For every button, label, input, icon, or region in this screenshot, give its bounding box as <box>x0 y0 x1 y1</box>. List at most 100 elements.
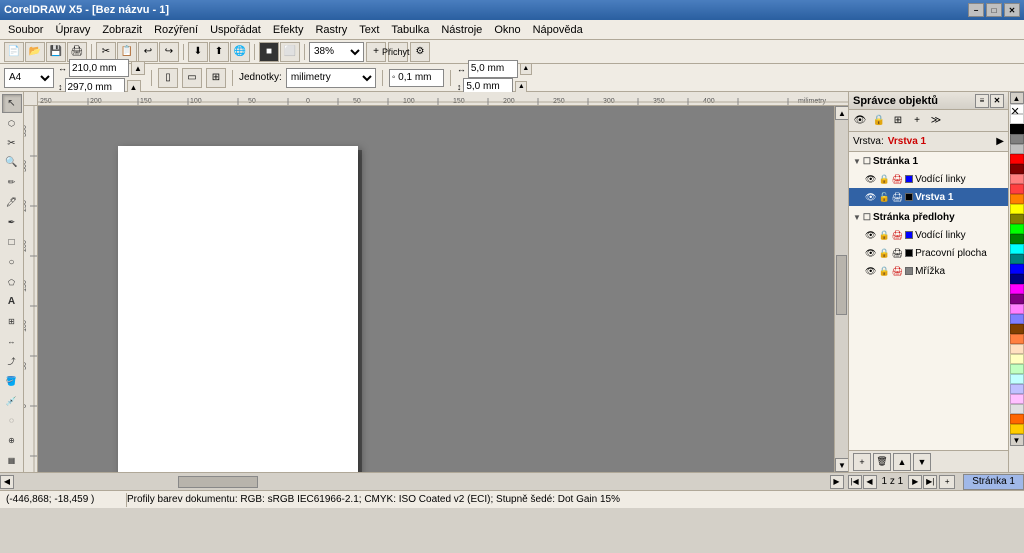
next-page-button[interactable]: ▶ <box>908 475 922 489</box>
vscroll-down-button[interactable]: ▼ <box>835 458 848 472</box>
landscape-button[interactable]: ▭ <box>182 68 202 88</box>
color-lightcyan[interactable] <box>1010 374 1024 384</box>
polygon-tool[interactable]: ⬠ <box>2 273 22 292</box>
palette-up-button[interactable]: ▲ <box>1010 92 1024 104</box>
vrstva1-lock[interactable]: 🔓 <box>878 192 889 203</box>
publish-button[interactable]: 🌐 <box>230 42 250 62</box>
hscroll-right-button[interactable]: ▶ <box>830 475 844 489</box>
pracovni-lock[interactable]: 🔒 <box>878 248 889 259</box>
color-lightorange[interactable] <box>1010 334 1024 344</box>
menu-rastry[interactable]: Rastry <box>309 22 353 38</box>
color-gray[interactable] <box>1010 134 1024 144</box>
palette-down-button[interactable]: ▼ <box>1010 434 1024 446</box>
vrstva1-print[interactable]: 🖨 <box>892 192 903 203</box>
dimension-tool[interactable]: ↔ <box>2 332 22 351</box>
vodici-lock[interactable]: 🔒 <box>878 174 889 185</box>
color-teal[interactable] <box>1010 254 1024 264</box>
color-purple[interactable] <box>1010 294 1024 304</box>
ellipse-tool[interactable]: ○ <box>2 253 22 272</box>
menu-efekty[interactable]: Efekty <box>267 22 310 38</box>
show-object-props[interactable]: 🔒 <box>870 112 888 130</box>
portrait-button[interactable]: ▯ <box>158 68 178 88</box>
color-yellow[interactable] <box>1010 204 1024 214</box>
hscroll-track[interactable] <box>16 476 828 488</box>
menu-tabulka[interactable]: Tabulka <box>385 22 435 38</box>
fill-tool[interactable]: 🪣 <box>2 372 22 391</box>
canvas-area[interactable] <box>38 106 848 472</box>
minimize-button[interactable]: − <box>968 3 984 17</box>
add-page-button[interactable]: + <box>939 475 955 489</box>
color-lightgray[interactable] <box>1010 404 1024 414</box>
zoom-select[interactable]: 38% 100% 50% 75% <box>309 42 364 62</box>
color-none[interactable]: ✕ <box>1010 104 1024 114</box>
color-orange[interactable] <box>1010 194 1024 204</box>
color-black[interactable] <box>1010 124 1024 134</box>
panel-menu-button[interactable]: ≡ <box>975 94 989 108</box>
mrizka-print[interactable]: 🖨 <box>892 266 903 277</box>
artistic-tool[interactable]: ✒ <box>2 213 22 232</box>
color-blue[interactable] <box>1010 264 1024 274</box>
menu-usporadat[interactable]: Uspořádat <box>204 22 267 38</box>
last-page-button[interactable]: ▶| <box>923 475 937 489</box>
outline-color-button[interactable]: ⬜ <box>280 42 300 62</box>
move-up-btn[interactable]: ▲ <box>893 453 911 471</box>
color-cyan[interactable] <box>1010 244 1024 254</box>
interactive-fill[interactable]: ▦ <box>2 451 22 470</box>
snap-button[interactable]: Přichytit <box>388 42 408 62</box>
color-brown[interactable] <box>1010 324 1024 334</box>
units-select[interactable]: milimetry palce pixely <box>286 68 376 88</box>
vodici-eye[interactable]: 👁 <box>865 174 876 185</box>
width-up-button[interactable]: ▲ <box>131 61 145 75</box>
outline-tool[interactable]: ◌ <box>2 412 22 431</box>
bezier-tool[interactable]: 🖊 <box>2 193 22 212</box>
vrstva1-row[interactable]: 👁 🔓 🖨 Vrstva 1 <box>849 188 1008 206</box>
color-lightyellow[interactable] <box>1010 354 1024 364</box>
color-brightred[interactable] <box>1010 184 1024 194</box>
layer-manager-btn[interactable]: ⊞ <box>889 112 907 130</box>
color-red[interactable] <box>1010 154 1024 164</box>
text-tool[interactable]: A <box>2 292 22 311</box>
crop-tool[interactable]: ✂ <box>2 134 22 153</box>
menu-nastroje[interactable]: Nástroje <box>435 22 488 38</box>
redo-button[interactable]: ↪ <box>159 42 179 62</box>
hscroll-left-button[interactable]: ◀ <box>0 475 14 489</box>
table-tool[interactable]: ⊞ <box>2 312 22 331</box>
nudge-input[interactable] <box>389 69 444 87</box>
stranka-predlohy-row[interactable]: ▼ ☐ Stránka předlohy <box>849 208 1008 226</box>
menu-napoveda[interactable]: Nápověda <box>527 22 589 38</box>
open-button[interactable]: 📂 <box>25 42 45 62</box>
pracovni-eye[interactable]: 👁 <box>865 248 876 259</box>
color-magenta[interactable] <box>1010 284 1024 294</box>
vodici-print[interactable]: 🖨 <box>892 174 903 185</box>
menu-soubor[interactable]: Soubor <box>2 22 49 38</box>
freehand-tool[interactable]: ✏ <box>2 173 22 192</box>
fill-color-button[interactable]: ■ <box>259 42 279 62</box>
shape-tool[interactable]: ⬡ <box>2 114 22 133</box>
stranka1-row[interactable]: ▼ ☐ Stránka 1 <box>849 152 1008 170</box>
export-button[interactable]: ⬆ <box>209 42 229 62</box>
menu-rozsireni[interactable]: Rozýření <box>148 22 204 38</box>
mrizka-lock[interactable]: 🔒 <box>878 266 889 277</box>
mrizka-row[interactable]: 👁 🔒 🖨 Mřížka <box>849 262 1008 280</box>
zoom-tool[interactable]: 🔍 <box>2 154 22 173</box>
vodici2-print[interactable]: 🖨 <box>892 230 903 241</box>
color-lightgreen[interactable] <box>1010 364 1024 374</box>
new-layer-btn[interactable]: + <box>908 112 926 130</box>
nudge-x-up[interactable]: ▲ <box>520 63 532 75</box>
maximize-button[interactable]: □ <box>986 3 1002 17</box>
pracovni-row[interactable]: 👁 🔒 🖨 Pracovní plocha <box>849 244 1008 262</box>
eyedropper-tool[interactable]: 💉 <box>2 392 22 411</box>
vscroll-thumb[interactable] <box>836 255 847 315</box>
color-olive[interactable] <box>1010 214 1024 224</box>
page-tab-1[interactable]: Stránka 1 <box>963 474 1024 490</box>
menu-upravy[interactable]: Úpravy <box>49 22 96 38</box>
new-layer-footer-btn[interactable]: + <box>853 453 871 471</box>
canvas-wrapper[interactable]: 250 200 150 100 50 0 50 100 150 200 250 … <box>24 92 848 472</box>
panel-close-button[interactable]: ✕ <box>990 94 1004 108</box>
show-all-button[interactable]: 👁 <box>851 112 869 130</box>
color-navy[interactable] <box>1010 274 1024 284</box>
color-darkred[interactable] <box>1010 164 1024 174</box>
connector-tool[interactable]: ⤴ <box>2 352 22 371</box>
options-button[interactable]: ⚙ <box>410 42 430 62</box>
menu-zobrazit[interactable]: Zobrazit <box>96 22 148 38</box>
